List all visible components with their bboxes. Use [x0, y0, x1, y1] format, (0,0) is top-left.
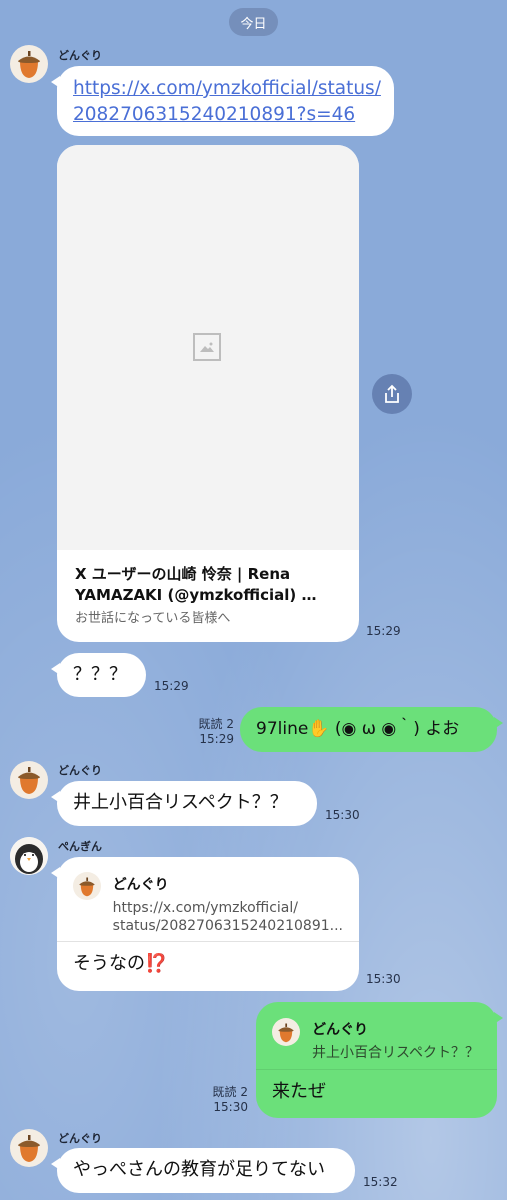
- acorn-icon: [18, 51, 40, 78]
- acorn-avatar: [73, 872, 101, 900]
- message-text: ？？？: [73, 664, 127, 685]
- acorn-icon: [18, 1135, 40, 1162]
- preview-description: お世話になっている皆様へ: [75, 611, 231, 626]
- acorn-avatar[interactable]: [10, 45, 48, 83]
- acorn-icon: [278, 1023, 294, 1042]
- preview-title-2: YAMAZAKI (@ymzkofficial) …: [75, 586, 317, 604]
- message-text: 97line✋ (◉ ω ◉｀) よお: [256, 719, 460, 739]
- preview-title-1: X ユーザーの山崎 怜奈 | Rena: [75, 565, 291, 583]
- preview-image: [57, 145, 359, 550]
- message-time: 15:29: [154, 679, 189, 693]
- acorn-avatar: [272, 1018, 300, 1046]
- read-status: 既読 2 15:29: [198, 717, 234, 746]
- my-message-bubble[interactable]: 97line✋ (◉ ω ◉｀) よお: [240, 707, 503, 752]
- quoted-message[interactable]: どんぐり 井上小百合リスペクト？？: [256, 1002, 497, 1061]
- reply-text: そうなの⁉️: [73, 953, 168, 974]
- message-time: 15:30: [325, 808, 360, 822]
- sender-name: どんぐり: [58, 49, 102, 62]
- message-text: やっぺさんの教育が足りてない: [73, 1159, 325, 1180]
- penguin-icon: [10, 837, 48, 875]
- message-bubble[interactable]: ？？？: [51, 653, 146, 697]
- acorn-avatar[interactable]: [10, 761, 48, 799]
- message-bubble[interactable]: やっぺさんの教育が足りてない: [51, 1148, 355, 1193]
- message-text: 井上小百合リスペクト？？: [73, 792, 288, 813]
- message-bubble-link[interactable]: https://x.com/ymzkofficial/status/ 20827…: [51, 66, 394, 136]
- link-line-1[interactable]: https://x.com/ymzkofficial/status/: [73, 76, 381, 102]
- quoted-text: 井上小百合リスペクト？？: [312, 1045, 480, 1061]
- message-time: 15:30: [366, 972, 401, 986]
- share-button[interactable]: [372, 374, 412, 414]
- read-status: 既読 2 15:30: [212, 1085, 248, 1114]
- quoted-text-1: https://x.com/ymzkofficial/: [112, 900, 298, 916]
- message-bubble[interactable]: 井上小百合リスペクト？？: [51, 781, 317, 826]
- message-time: 15:32: [363, 1175, 398, 1189]
- share-icon: [385, 384, 399, 403]
- acorn-icon: [18, 767, 40, 794]
- image-placeholder-icon: [193, 333, 221, 361]
- acorn-icon: [79, 877, 95, 896]
- interrobang-emoji: ⁉️: [145, 953, 168, 974]
- link-preview-card[interactable]: X ユーザーの山崎 怜奈 | Rena YAMAZAKI (@ymzkoffic…: [57, 145, 359, 642]
- quoted-sender: どんぐり: [112, 877, 169, 893]
- date-separator: 今日: [229, 8, 278, 36]
- penguin-avatar[interactable]: [10, 837, 48, 875]
- reply-text: 来たぜ: [272, 1081, 326, 1102]
- sender-name: どんぐり: [58, 764, 102, 777]
- reply-bubble[interactable]: どんぐり https://x.com/ymzkofficial/ status/…: [51, 857, 359, 991]
- message-time: 15:29: [366, 624, 401, 638]
- quoted-text-2: status/2082706315240210891...: [112, 918, 343, 934]
- sender-name: どんぐり: [58, 1132, 102, 1145]
- my-reply-bubble[interactable]: どんぐり 井上小百合リスペクト？？ 来たぜ: [256, 1002, 503, 1118]
- sender-name: ぺんぎん: [58, 840, 102, 853]
- quoted-message[interactable]: どんぐり https://x.com/ymzkofficial/ status/…: [57, 857, 359, 934]
- quoted-sender: どんぐり: [312, 1022, 368, 1038]
- acorn-avatar[interactable]: [10, 1129, 48, 1167]
- link-line-2[interactable]: 2082706315240210891?s=46: [73, 102, 378, 128]
